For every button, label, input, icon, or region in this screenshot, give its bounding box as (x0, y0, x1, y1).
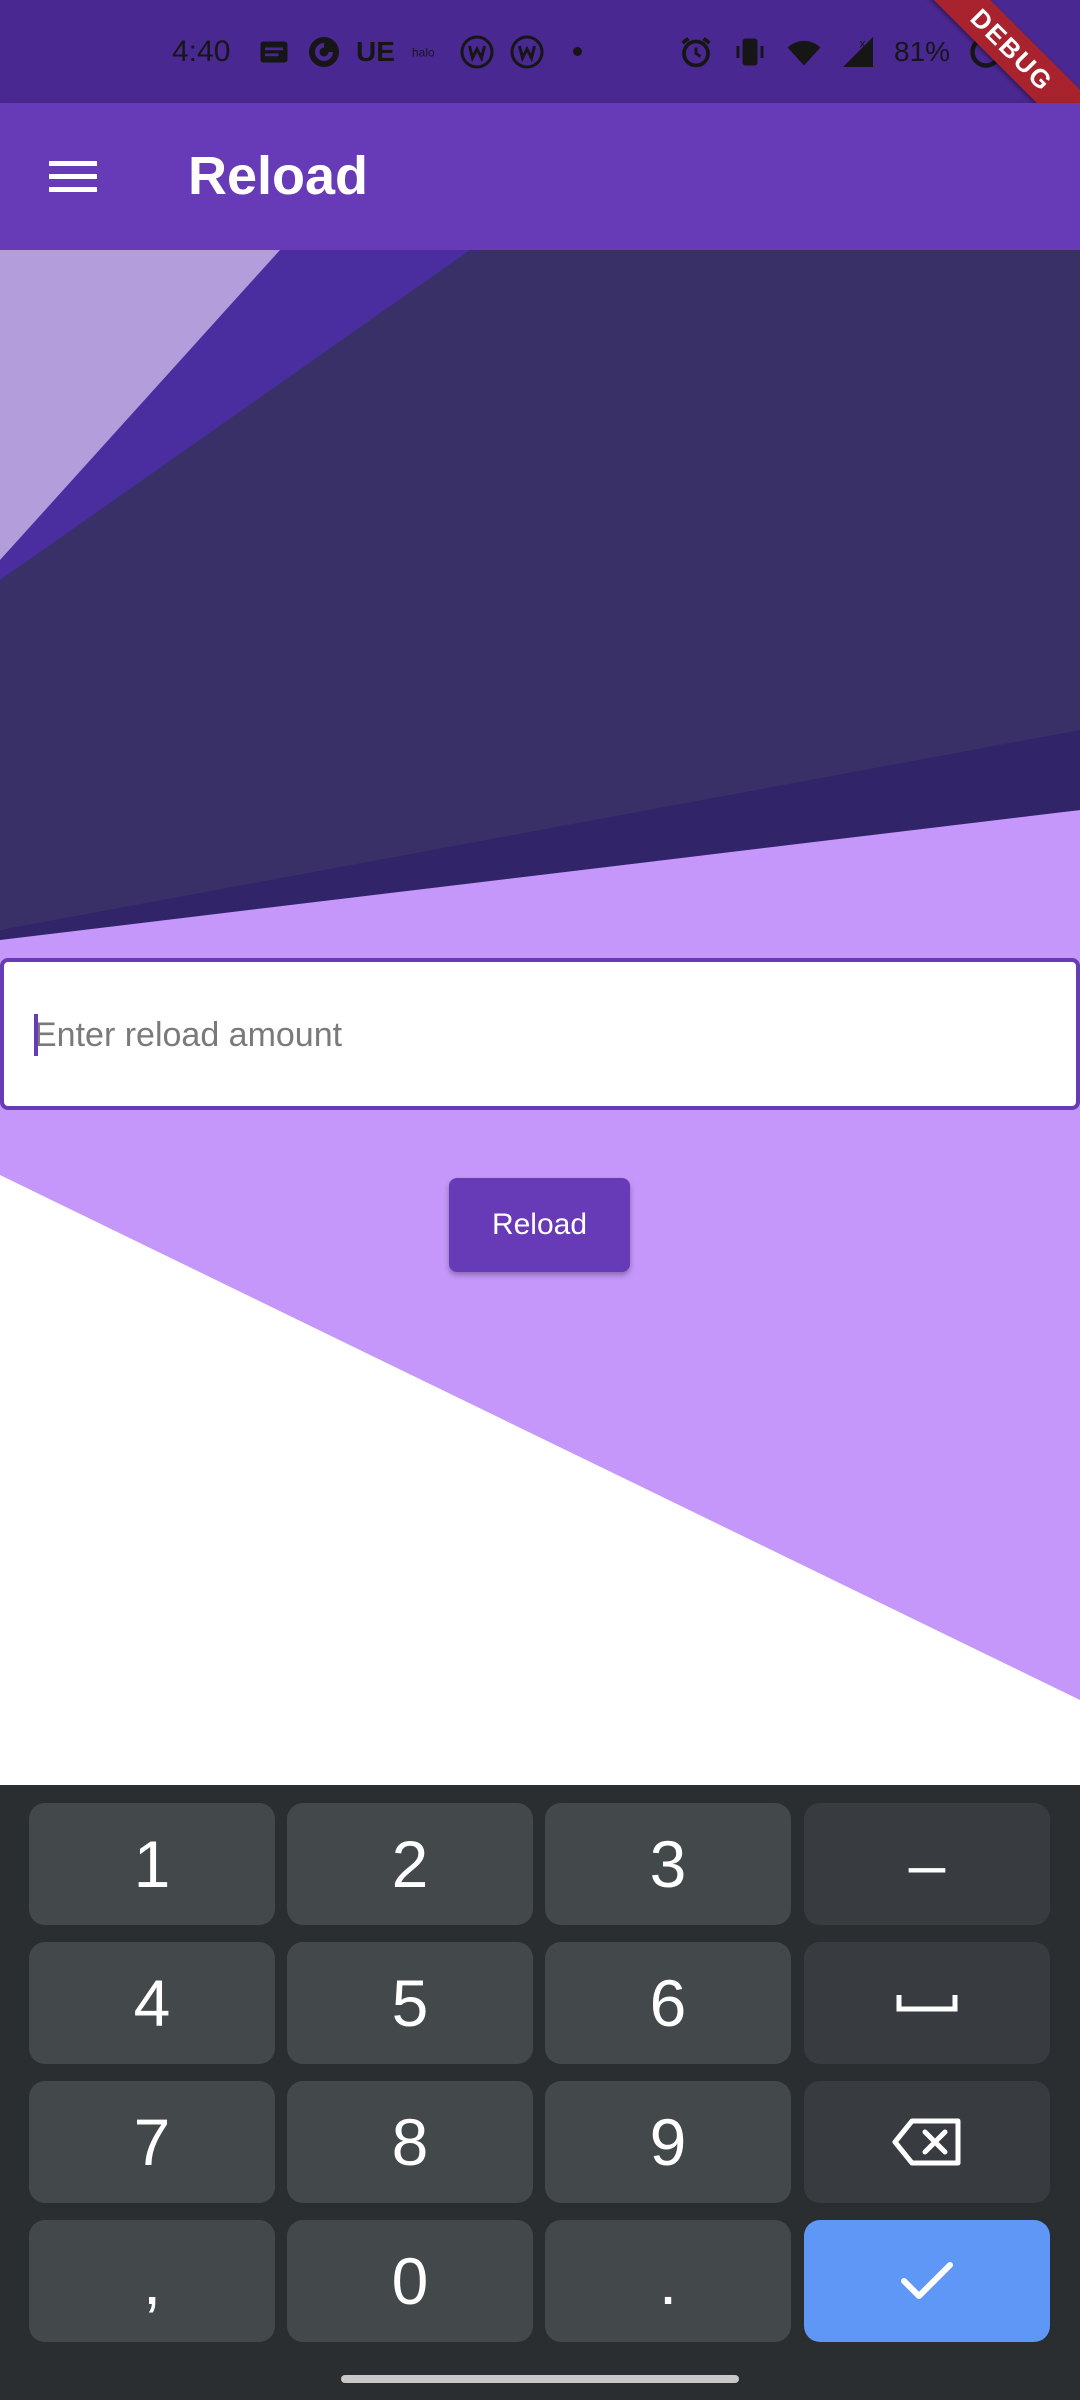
key-9[interactable]: 9 (545, 2081, 791, 2203)
key-1[interactable]: 1 (29, 1803, 275, 1925)
key-6[interactable]: 6 (545, 1942, 791, 2064)
wifi-icon (786, 34, 822, 70)
more-notifications-dot-icon (572, 47, 582, 56)
key-7[interactable]: 7 (29, 2081, 275, 2203)
checkmark-icon (901, 2262, 953, 2299)
w-app-icon (459, 34, 495, 70)
reload-amount-input[interactable] (32, 962, 1036, 1108)
halo-icon: halo (409, 34, 445, 70)
key-4[interactable]: 4 (29, 1942, 275, 2064)
alarm-icon (678, 34, 714, 70)
pocket-casts-icon (306, 34, 342, 70)
ue-notification-text: UE (356, 35, 395, 67)
status-time: 4:40 (172, 34, 231, 68)
amount-input-container (0, 958, 1080, 1110)
reload-button[interactable]: Reload (449, 1178, 630, 1272)
vibrate-icon (732, 34, 768, 70)
key-5[interactable]: 5 (287, 1942, 533, 2064)
notification-icons: UE halo (256, 0, 582, 103)
key-comma[interactable]: , (29, 2220, 275, 2342)
page-title: Reload (188, 146, 369, 206)
key-space[interactable] (804, 1942, 1050, 2064)
key-3[interactable]: 3 (545, 1803, 791, 1925)
menu-button[interactable] (30, 143, 118, 211)
space-bar-icon (896, 1995, 958, 2012)
backspace-icon (892, 2118, 961, 2166)
numeric-keyboard: 1 2 3 – 4 5 6 7 8 9 , 0 . (0, 1785, 1080, 2400)
key-8[interactable]: 8 (287, 2081, 533, 2203)
key-minus[interactable]: – (804, 1803, 1050, 1925)
svg-text:x: x (860, 36, 866, 50)
key-backspace[interactable] (804, 2081, 1050, 2203)
hamburger-menu-icon (49, 161, 97, 192)
text-cursor (34, 1014, 38, 1056)
status-bar: 4:40 UE halo x 81% DEBUG (0, 0, 1080, 157)
key-period[interactable]: . (545, 2220, 791, 2342)
battery-percent: 81% (894, 35, 951, 67)
app-bar: Reload (0, 103, 1080, 250)
key-0[interactable]: 0 (287, 2220, 533, 2342)
key-enter[interactable] (804, 2220, 1050, 2342)
cell-signal-icon: x (840, 34, 876, 70)
svg-text:halo: halo (412, 45, 435, 59)
w-app-icon-2 (509, 34, 545, 70)
key-2[interactable]: 2 (287, 1803, 533, 1925)
message-icon (256, 34, 292, 70)
home-indicator[interactable] (341, 2375, 739, 2383)
